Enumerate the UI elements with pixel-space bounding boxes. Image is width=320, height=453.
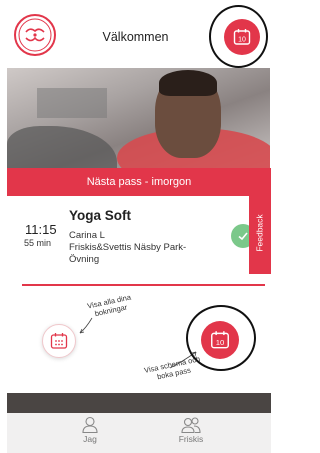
nav-label-jag: Jag: [83, 434, 97, 444]
bookings-calendar-icon: [50, 333, 68, 349]
nav-label-friskis: Friskis: [178, 434, 204, 444]
highlight-circle-schedule: [186, 305, 256, 371]
group-icon: [181, 417, 201, 433]
nav-item-friskis[interactable]: Friskis: [161, 416, 221, 444]
bottom-nav: Jag Friskis: [7, 413, 271, 453]
person-icon: [82, 416, 98, 433]
my-bookings-button[interactable]: [42, 324, 76, 358]
background-strip: [7, 393, 271, 413]
nav-item-jag[interactable]: Jag: [60, 416, 120, 444]
hint-arrows: [79, 317, 197, 369]
